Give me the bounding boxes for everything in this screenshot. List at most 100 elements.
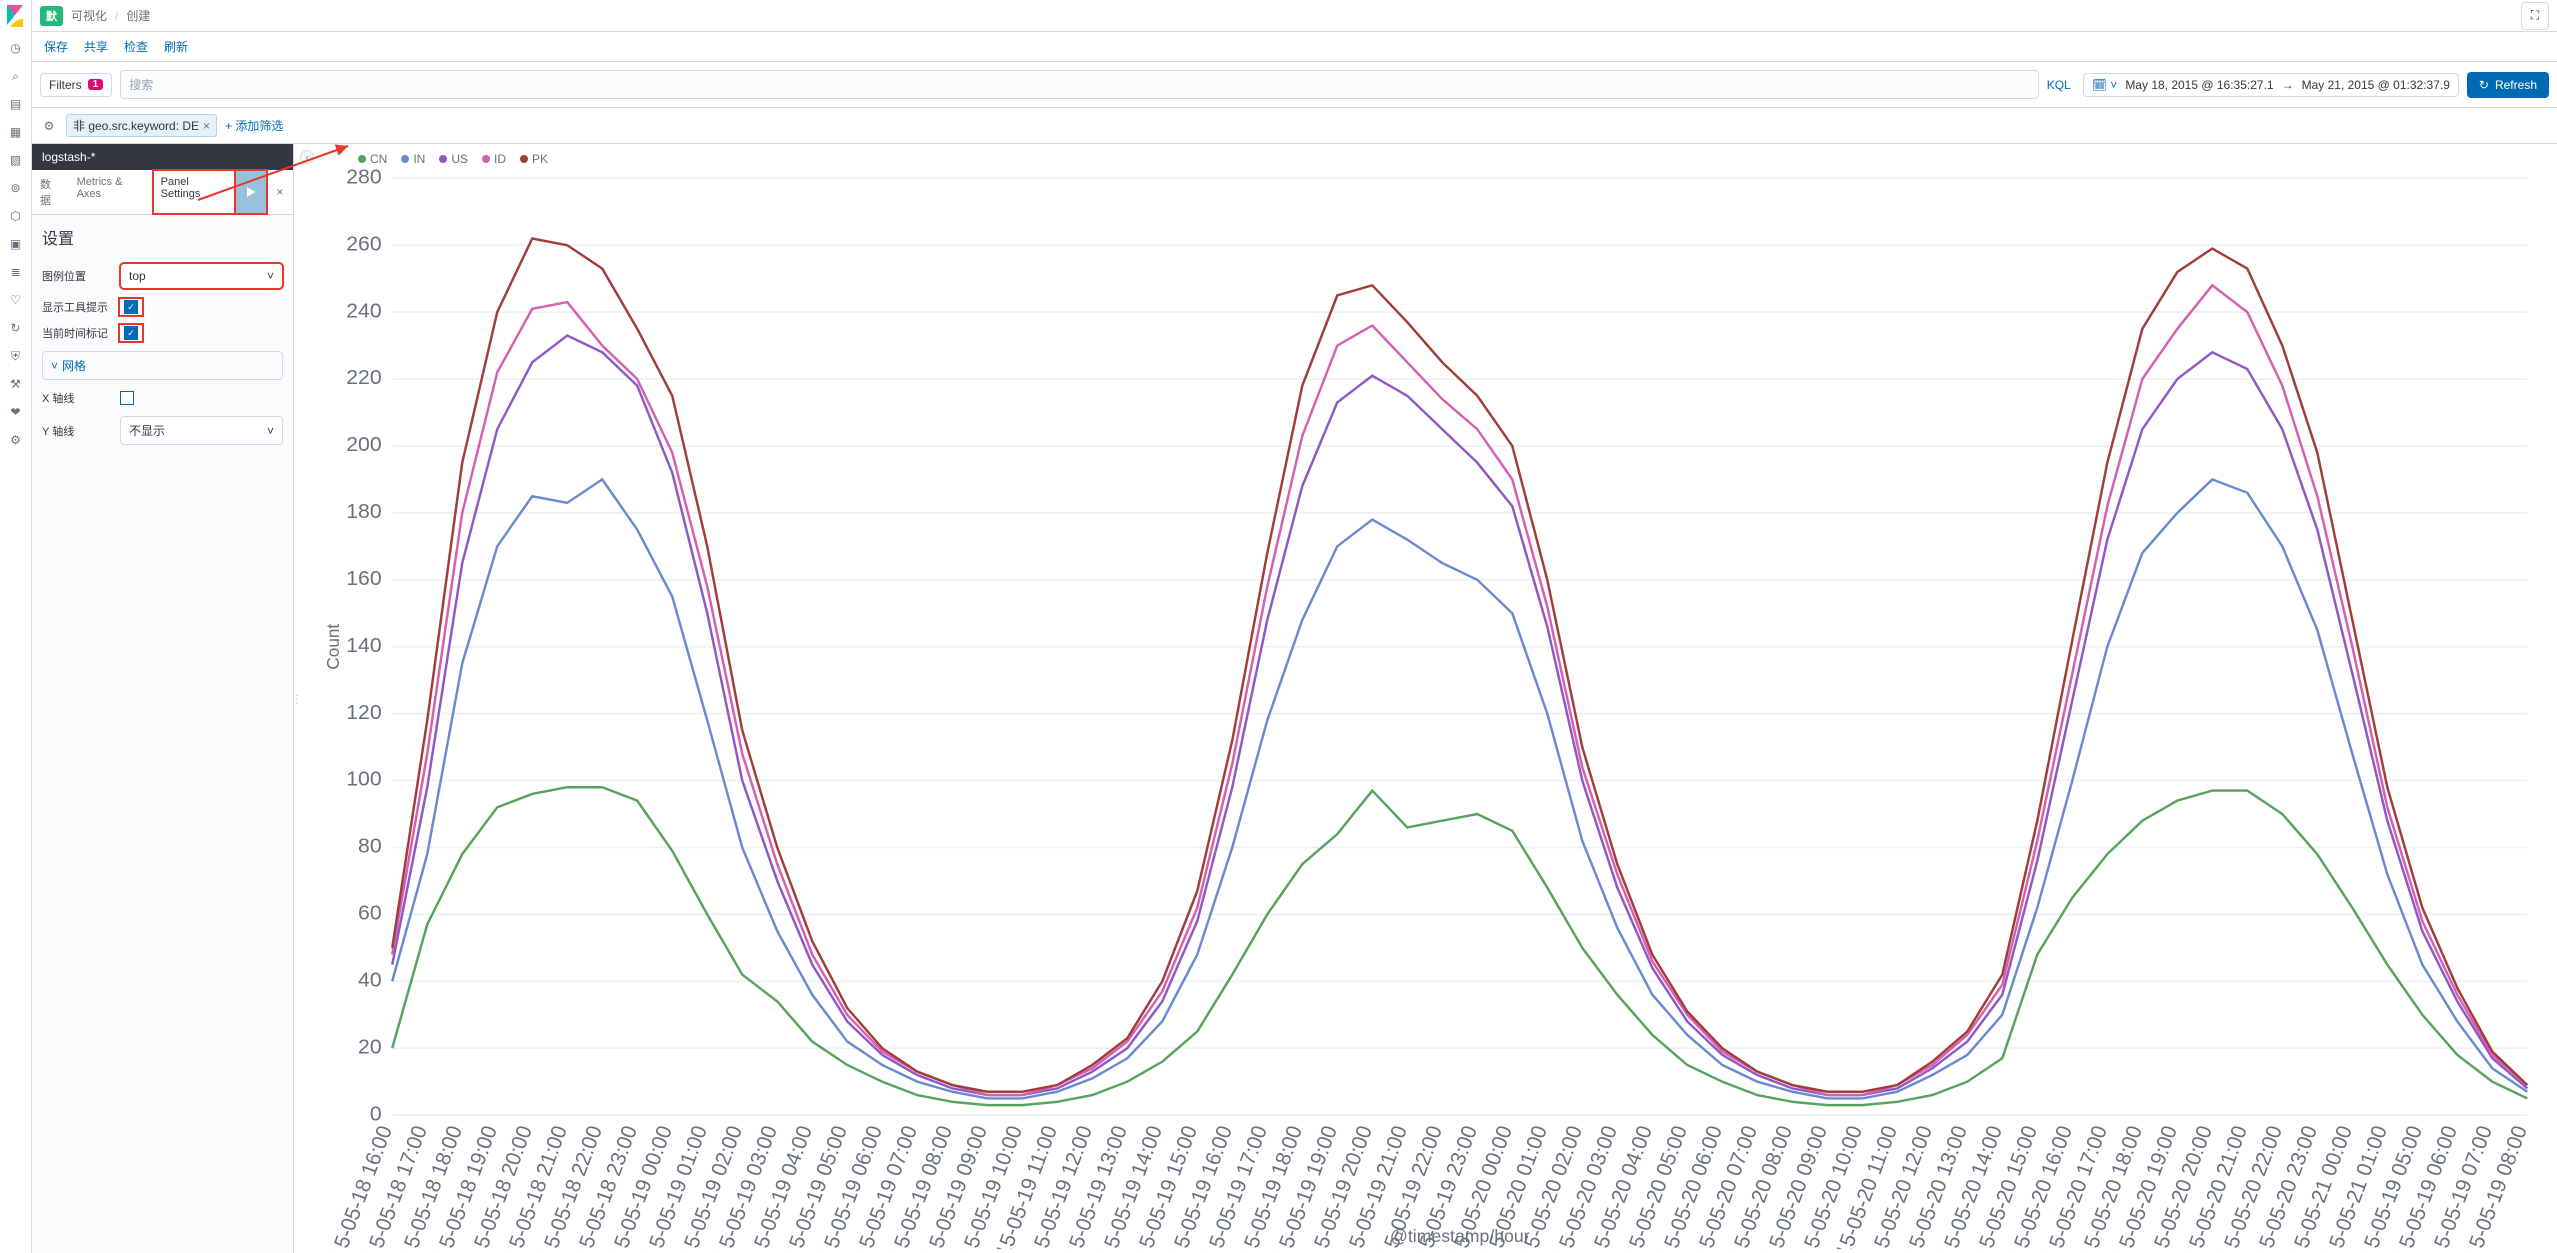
filter-row: ⚙ 非 geo.src.keyword: DE × + 添加筛选 [32,108,2557,144]
chart-area: CNINUSIDPK 02040608010012014016018020022… [314,144,2557,1253]
y-lines-select[interactable]: 不显示 ˅ [120,416,283,445]
svg-text:140: 140 [346,634,381,657]
nav-monitoring-icon[interactable]: ❤ [8,404,24,420]
filter-settings-icon[interactable]: ⚙ [40,117,58,135]
filter-pill[interactable]: 非 geo.src.keyword: DE × [66,114,217,137]
legend-item-ID[interactable]: ID [482,152,506,166]
legend-item-PK[interactable]: PK [520,152,548,166]
grid-accordion[interactable]: ˅ 网格 [42,351,283,380]
legend-label: US [451,152,468,166]
nav-maps-icon[interactable]: ⊚ [8,180,24,196]
line-chart[interactable]: 0204060801001201401601802002202402602802… [318,168,2545,1249]
refresh-link[interactable]: 刷新 [164,38,188,55]
nav-visualize-icon[interactable]: ▤ [8,96,24,112]
add-filter-link[interactable]: + 添加筛选 [225,117,283,134]
legend-dot [358,155,366,163]
date-arrow: → [2282,78,2294,92]
svg-text:Count: Count [323,624,343,670]
action-bar: 保存 共享 检查 刷新 [32,32,2557,62]
svg-text:100: 100 [346,768,381,791]
filters-button[interactable]: Filters 1 [40,73,112,97]
svg-text:@timestamp/hour: @timestamp/hour [1390,1226,1530,1246]
svg-text:280: 280 [346,168,381,188]
timemarker-label: 当前时间标记 [42,325,112,341]
nav-management-icon[interactable]: ⚙ [8,432,24,448]
x-lines-label: X 轴线 [42,390,112,406]
nav-ml-icon[interactable]: ⬡ [8,208,24,224]
legend-label: ID [494,152,506,166]
nav-apm-icon[interactable]: ♡ [8,292,24,308]
filter-pill-close-icon[interactable]: × [203,119,210,133]
sidebar-tabs: 数据 Metrics & Axes Panel Settings × [32,170,293,215]
refresh-icon: ↻ [2479,78,2489,92]
panel-title: 设置 [42,225,283,249]
nav-recent-icon[interactable]: ◷ [8,40,24,56]
index-pattern-header[interactable]: logstash-* [32,144,293,170]
timemarker-checkbox[interactable]: ✓ [124,326,138,340]
legend-position-select[interactable]: top ˅ [120,263,283,289]
filter-pill-text: 非 geo.src.keyword: DE [73,117,199,134]
svg-text:40: 40 [358,969,382,992]
svg-text:220: 220 [346,366,381,389]
tab-panel-settings[interactable]: Panel Settings [153,170,235,214]
legend-item-IN[interactable]: IN [401,152,425,166]
breadcrumb: 默 可视化 / 创建 ⛶ [32,0,2557,32]
inspect-link[interactable]: 检查 [124,38,148,55]
nav-logs-icon[interactable]: ≣ [8,264,24,280]
date-picker[interactable]: 🗓 ˅ May 18, 2015 @ 16:35:27.1 → May 21, … [2083,73,2459,97]
discard-button[interactable]: × [267,170,293,214]
nav-siem-icon[interactable]: ⛨ [8,348,24,364]
nav-canvas-icon[interactable]: ▧ [8,152,24,168]
app-badge: 默 [40,6,63,26]
svg-text:160: 160 [346,567,381,590]
legend-dot [482,155,490,163]
fullscreen-button[interactable]: ⛶ [2521,2,2549,30]
y-lines-label: Y 轴线 [42,423,112,439]
search-input[interactable]: 搜索 [120,70,2038,99]
svg-text:20: 20 [358,1036,382,1059]
x-lines-checkbox[interactable] [120,391,134,405]
filters-label: Filters [49,78,82,92]
nav-discover-icon[interactable]: ⌕ [8,68,24,84]
index-pattern-label: logstash-* [42,150,95,164]
nav-infra-icon[interactable]: ▣ [8,236,24,252]
refresh-label: Refresh [2495,78,2537,92]
tab-metrics-axes[interactable]: Metrics & Axes [69,170,153,214]
legend-item-US[interactable]: US [439,152,468,166]
nav-rail: ◷ ⌕ ▤ ▦ ▧ ⊚ ⬡ ▣ ≣ ♡ ↻ ⛨ ⚒ ❤ ⚙ [0,0,32,1253]
tooltip-label: 显示工具提示 [42,299,112,315]
legend-dot [401,155,409,163]
main: 默 可视化 / 创建 ⛶ 保存 共享 检查 刷新 Filters 1 搜索 KQ… [32,0,2557,1253]
nav-uptime-icon[interactable]: ↻ [8,320,24,336]
y-lines-value: 不显示 [129,422,165,439]
crumb-create[interactable]: 创建 [126,7,150,24]
nav-dashboard-icon[interactable]: ▦ [8,124,24,140]
sidebar-collapse-button[interactable]: ‹ [300,150,314,164]
share-link[interactable]: 共享 [84,38,108,55]
svg-text:60: 60 [358,902,382,925]
tab-data[interactable]: 数据 [32,170,69,214]
kql-toggle[interactable]: KQL [2047,78,2071,92]
svg-text:240: 240 [346,300,381,323]
refresh-button[interactable]: ↻ Refresh [2467,72,2549,98]
chevron-down-icon: ˅ [267,269,274,283]
apply-button[interactable] [235,170,267,214]
tooltip-checkbox[interactable]: ✓ [124,300,138,314]
save-link[interactable]: 保存 [44,38,68,55]
legend-label: IN [413,152,425,166]
svg-text:80: 80 [358,835,382,858]
editor-sidebar: logstash-* 数据 Metrics & Axes Panel Setti… [32,144,294,1253]
crumb-sep: / [115,9,118,23]
panel-settings-body: 设置 图例位置 top ˅ 显示工具提示 ✓ 当前时间标记 ✓ [32,215,293,1253]
legend-dot [439,155,447,163]
svg-text:0: 0 [370,1103,382,1126]
kibana-logo[interactable] [4,4,28,28]
legend-label: PK [532,152,548,166]
crumb-visualize[interactable]: 可视化 [71,7,107,24]
nav-devtools-icon[interactable]: ⚒ [8,376,24,392]
query-bar: Filters 1 搜索 KQL 🗓 ˅ May 18, 2015 @ 16:3… [32,62,2557,108]
legend-item-CN[interactable]: CN [358,152,387,166]
filters-count: 1 [88,79,104,90]
legend-dot [520,155,528,163]
svg-text:260: 260 [346,233,381,256]
